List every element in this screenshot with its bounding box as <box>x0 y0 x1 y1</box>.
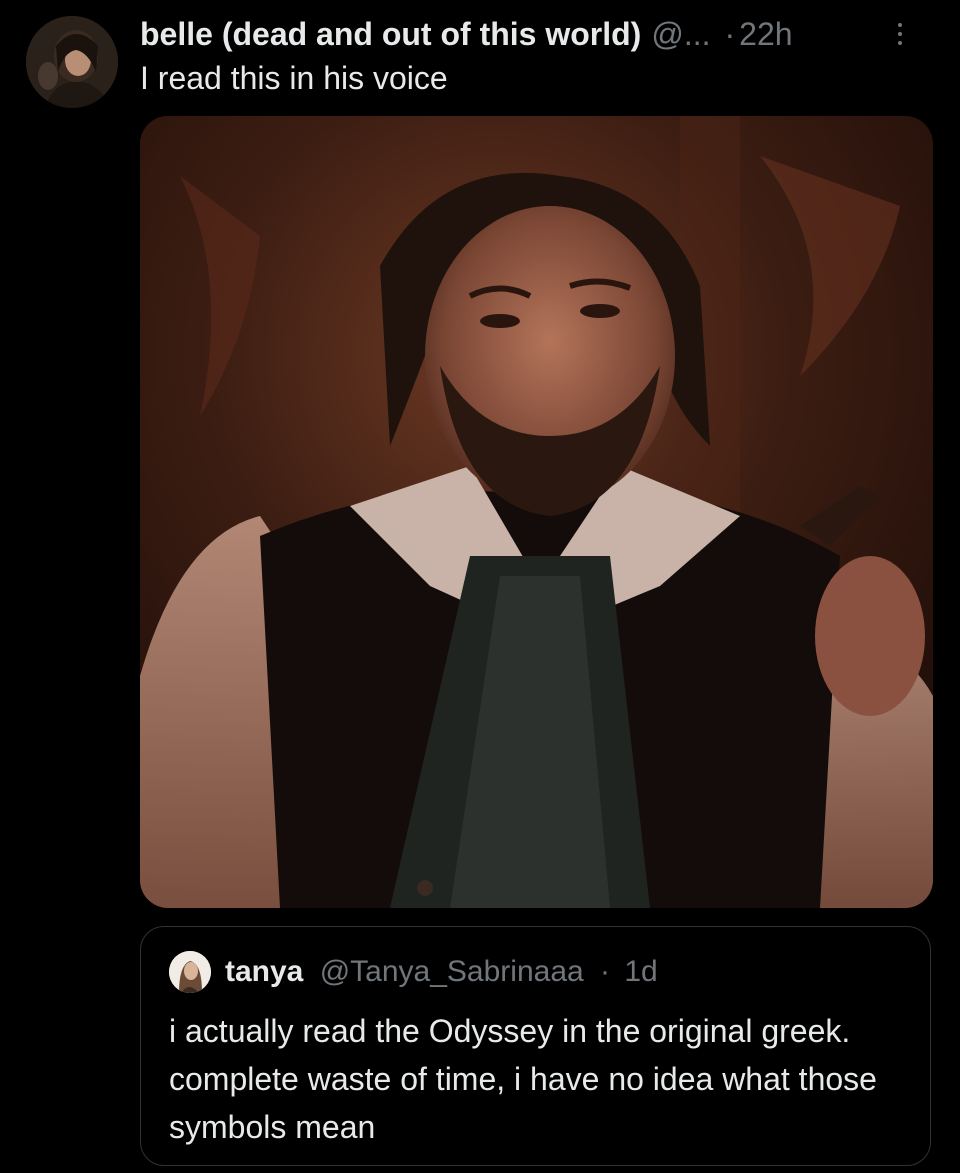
quoted-tweet-header: tanya @Tanya_Sabrinaaa · 1d <box>225 952 658 992</box>
quoted-author-display-name[interactable]: tanya <box>225 955 303 988</box>
author-handle[interactable]: @... <box>651 14 710 54</box>
quoted-tweet[interactable]: tanya @Tanya_Sabrinaaa · 1d i actually r… <box>140 926 931 1166</box>
quoted-post-timestamp[interactable]: 1d <box>624 955 657 988</box>
more-vertical-icon[interactable] <box>888 12 912 56</box>
quoted-author-avatar[interactable] <box>169 951 211 993</box>
tweet-header: belle (dead and out of this world) @... … <box>140 12 940 56</box>
photo-man-with-pipe <box>140 116 933 908</box>
separator-dot: · <box>724 16 736 52</box>
author-avatar[interactable] <box>26 16 118 108</box>
tweet[interactable]: belle (dead and out of this world) @... … <box>0 0 960 1173</box>
tweet-text: I read this in his voice <box>140 60 448 96</box>
quoted-avatar-image <box>169 951 211 993</box>
tweet-photo[interactable] <box>140 116 933 908</box>
author-avatar-image <box>26 16 118 108</box>
quoted-author-handle[interactable]: @Tanya_Sabrinaaa <box>320 955 584 988</box>
post-timestamp[interactable]: 22h <box>739 14 792 54</box>
quoted-tweet-text: i actually read the Odyssey in the origi… <box>169 1013 877 1145</box>
quoted-separator-dot: · <box>600 955 611 988</box>
author-display-name[interactable]: belle (dead and out of this world) <box>140 14 641 54</box>
